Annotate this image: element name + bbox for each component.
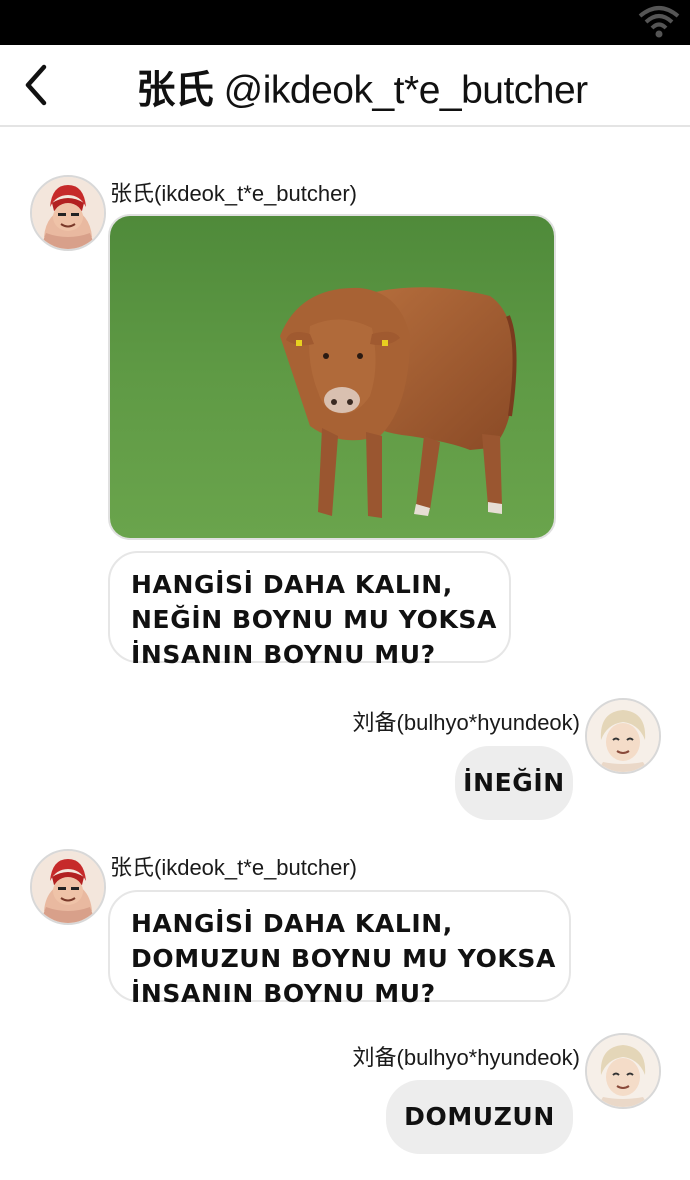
chat-header: 张氏 @ikdeok_t*e_butcher xyxy=(0,45,690,127)
butcher-face-icon xyxy=(32,177,104,249)
message-bubble: İNEĞİN xyxy=(455,746,573,820)
contact-name: 张氏 xyxy=(136,69,214,112)
status-bar xyxy=(0,0,690,45)
bull-photo xyxy=(110,216,554,538)
message-bubble: HANGİSİ DAHA KALIN, NEĞİN BOYNU MU YOKSA… xyxy=(108,551,511,669)
avatar-hyundeok[interactable] xyxy=(585,1033,661,1109)
sender-name: 刘备(bulhyo*hyundeok) xyxy=(352,710,580,735)
sender-name: 刘备(bulhyo*hyundeok) xyxy=(352,1045,580,1070)
avatar-hyundeok[interactable] xyxy=(585,698,661,774)
message-bubble: HANGİSİ DAHA KALIN, DOMUZUN BOYNU MU YOK… xyxy=(108,890,571,1008)
sender-name: 张氏(ikdeok_t*e_butcher) xyxy=(110,855,358,880)
avatar-butcher[interactable] xyxy=(30,175,106,251)
hyundeok-face-icon xyxy=(587,700,659,772)
chat-title: 张氏 @ikdeok_t*e_butcher xyxy=(0,59,690,115)
avatar-butcher[interactable] xyxy=(30,849,106,925)
wifi-icon xyxy=(638,6,680,38)
message-photo[interactable] xyxy=(108,214,556,540)
contact-handle: @ikdeok_t*e_butcher xyxy=(223,69,589,112)
hyundeok-face-icon xyxy=(587,1035,659,1107)
message-bubble: DOMUZUN xyxy=(386,1080,573,1154)
sender-name: 张氏(ikdeok_t*e_butcher) xyxy=(110,181,358,206)
butcher-face-icon xyxy=(32,851,104,923)
